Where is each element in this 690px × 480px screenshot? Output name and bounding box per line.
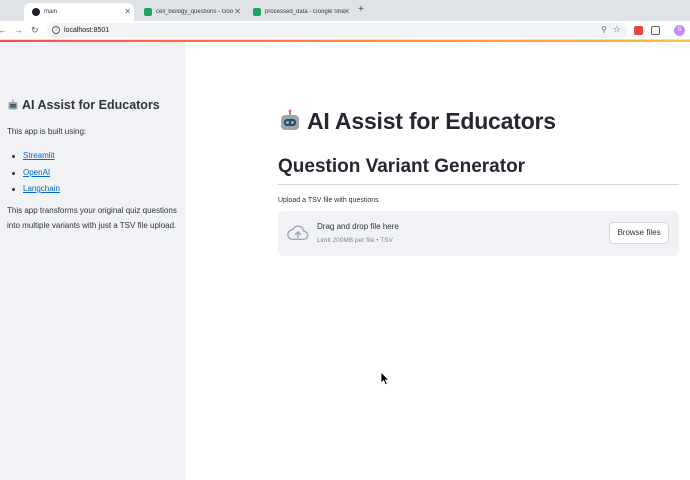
browser-tab-bar: main ✕ cell_biology_questions - Goo ✕ pr…: [0, 0, 690, 21]
app-description: This app transforms your original quiz q…: [7, 206, 177, 230]
browse-files-button[interactable]: Browse files: [609, 222, 669, 244]
reload-icon[interactable]: ↻: [31, 24, 39, 36]
url-omnibox[interactable]: i localhost:8501 ⚲ ☆: [47, 23, 627, 38]
sidebar-title-text: AI Assist for Educators: [22, 98, 160, 112]
bookmark-star-icon[interactable]: ☆: [613, 24, 621, 35]
list-item: OpenAI: [10, 165, 60, 182]
zoom-icon[interactable]: ⚲: [601, 25, 607, 34]
back-arrow-icon[interactable]: ←: [0, 24, 7, 36]
tab-main[interactable]: main ✕: [24, 3, 134, 21]
streamlit-link[interactable]: Streamlit: [23, 151, 55, 160]
site-info-icon[interactable]: i: [52, 26, 60, 34]
tab-processed-data[interactable]: processed_data - Google She ✕: [249, 3, 353, 21]
tab-title: processed_data - Google She: [265, 9, 345, 15]
langchain-link[interactable]: Langchain: [23, 184, 60, 193]
dropzone-limit-text: Limit 200MB per file • TSV: [317, 237, 393, 244]
streamlit-favicon-icon: [32, 8, 40, 16]
cloud-upload-icon: [287, 225, 309, 241]
file-uploader-label: Upload a TSV file with questions: [278, 197, 379, 204]
close-tab-icon[interactable]: ✕: [343, 7, 350, 17]
sidebar-title: AI Assist for Educators: [7, 98, 160, 112]
google-sheets-icon: [144, 8, 152, 16]
close-tab-icon[interactable]: ✕: [124, 7, 131, 17]
sidebar: AI Assist for Educators This app is buil…: [0, 42, 185, 480]
address-bar: ← → ↻ i localhost:8501 ⚲ ☆ S ⋮: [0, 21, 690, 40]
divider: [278, 184, 679, 185]
browser-menu-icon[interactable]: ⋮: [686, 24, 690, 35]
robot-icon: [8, 99, 18, 110]
section-heading: Question Variant Generator: [278, 156, 526, 177]
tab-title: main: [44, 9, 58, 15]
page-title: AI Assist for Educators: [278, 108, 556, 135]
extensions-puzzle-icon[interactable]: [651, 26, 660, 35]
mouse-cursor-icon: [380, 371, 390, 386]
profile-avatar[interactable]: S: [674, 25, 685, 36]
dropzone-title: Drag and drop file here: [317, 222, 399, 231]
extension-icon[interactable]: [634, 26, 643, 35]
tab-title: cell_biology_questions - Goo: [156, 9, 234, 15]
page-title-text: AI Assist for Educators: [307, 108, 556, 134]
tab-cell-biology-questions[interactable]: cell_biology_questions - Goo ✕: [140, 3, 244, 21]
list-item: Langchain: [10, 181, 60, 198]
forward-arrow-icon[interactable]: →: [14, 24, 23, 36]
robot-icon: [281, 109, 299, 130]
openai-link[interactable]: OpenAI: [23, 168, 50, 177]
built-with-text: This app is built using:: [7, 127, 87, 136]
list-item: Streamlit: [10, 148, 60, 165]
new-tab-button[interactable]: +: [358, 4, 364, 16]
google-sheets-icon: [253, 8, 261, 16]
url-text: localhost:8501: [64, 27, 110, 34]
close-tab-icon[interactable]: ✕: [234, 7, 241, 17]
file-dropzone[interactable]: Drag and drop file here Limit 200MB per …: [278, 211, 679, 256]
tech-link-list: Streamlit OpenAI Langchain: [10, 148, 60, 198]
